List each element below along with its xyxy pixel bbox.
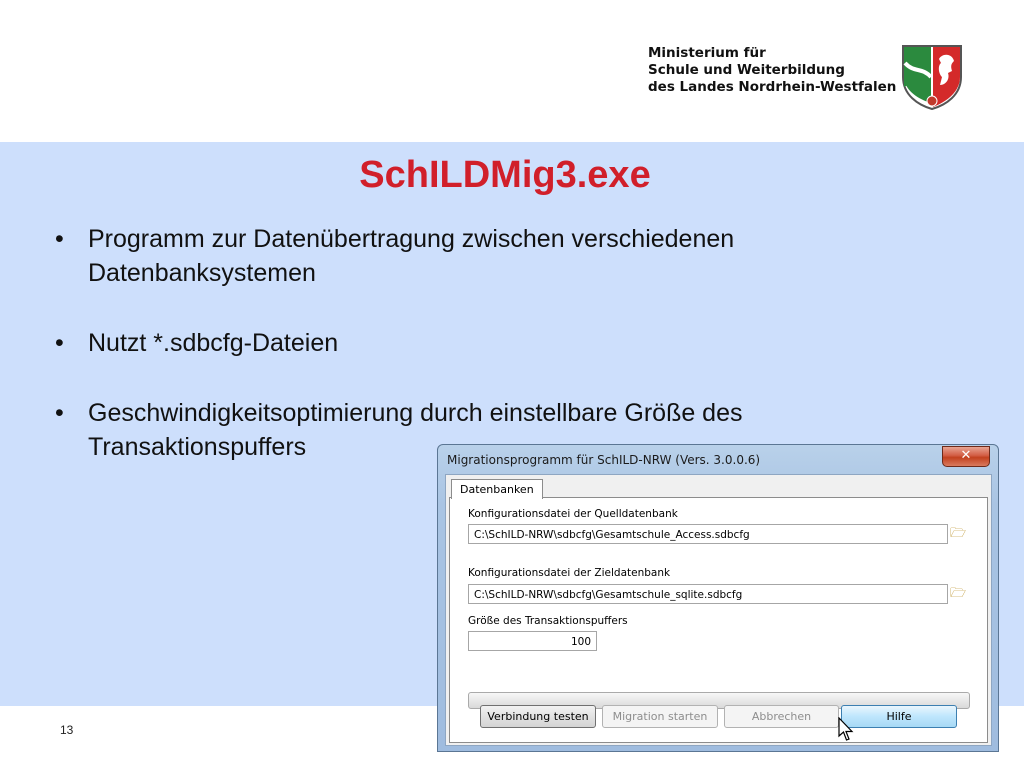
- ministry-line-1: Ministerium für: [648, 45, 766, 61]
- test-connection-button[interactable]: Verbindung testen: [480, 705, 596, 728]
- target-browse-button[interactable]: 🗁: [948, 585, 968, 603]
- tab-datenbanken[interactable]: Datenbanken: [451, 479, 543, 499]
- window-titlebar[interactable]: Migrationsprogramm für SchILD-NRW (Vers.…: [438, 445, 998, 475]
- folder-open-icon: 🗁: [949, 526, 967, 541]
- help-button[interactable]: Hilfe: [841, 705, 957, 728]
- bullet-item: • Nutzt *.sdbcfg-Dateien: [55, 326, 885, 360]
- ministry-line-2: Schule und Weiterbildung: [648, 62, 845, 78]
- source-browse-button[interactable]: 🗁: [948, 525, 968, 543]
- cancel-button[interactable]: Abbrechen: [724, 705, 839, 728]
- migration-dialog: Migrationsprogramm für SchILD-NRW (Vers.…: [437, 444, 999, 752]
- buffer-size-field[interactable]: 100: [468, 631, 597, 651]
- start-migration-button[interactable]: Migration starten: [602, 705, 718, 728]
- close-button[interactable]: ✕: [942, 446, 990, 467]
- bullet-icon: •: [55, 225, 64, 253]
- bullet-text: Programm zur Datenübertragung zwischen v…: [88, 225, 735, 287]
- target-config-label: Konfigurationsdatei der Zieldatenbank: [468, 567, 671, 579]
- source-config-label: Konfigurationsdatei der Quelldatenbank: [468, 508, 678, 520]
- slide-header: Ministerium für Schule und Weiterbildung…: [0, 0, 1024, 142]
- slide-title: SchILDMig3.exe: [359, 154, 651, 196]
- bullet-text: Nutzt *.sdbcfg-Dateien: [88, 329, 339, 357]
- folder-open-icon: 🗁: [949, 586, 967, 601]
- buffer-size-label: Größe des Transaktionspuffers: [468, 615, 628, 627]
- mouse-cursor-icon: [838, 717, 854, 741]
- ministry-name: Ministerium für Schule und Weiterbildung…: [648, 45, 896, 96]
- close-icon: ✕: [960, 448, 972, 463]
- bullet-icon: •: [55, 399, 64, 427]
- bullet-list: • Programm zur Datenübertragung zwischen…: [55, 222, 885, 464]
- source-config-field[interactable]: C:\SchILD-NRW\sdbcfg\Gesamtschule_Access…: [468, 524, 948, 544]
- window-title: Migrationsprogramm für SchILD-NRW (Vers.…: [447, 453, 761, 467]
- target-config-field[interactable]: C:\SchILD-NRW\sdbcfg\Gesamtschule_sqlite…: [468, 584, 948, 604]
- ministry-line-3: des Landes Nordrhein-Westfalen: [648, 79, 897, 95]
- bullet-item: • Programm zur Datenübertragung zwischen…: [55, 222, 885, 290]
- page-number: 13: [60, 723, 74, 737]
- nrw-coat-of-arms-icon: [902, 45, 962, 111]
- bullet-icon: •: [55, 329, 64, 357]
